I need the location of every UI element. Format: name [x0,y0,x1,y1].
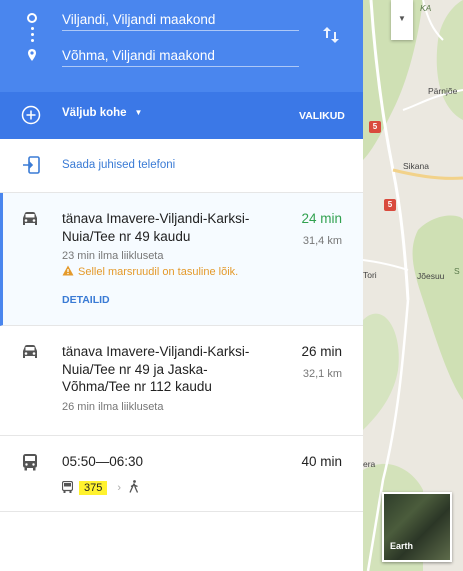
send-to-phone-row[interactable]: Saada juhised telefoni [0,139,363,193]
transit-time-range: 05:50—06:30 [62,454,144,469]
send-to-phone-icon [23,156,40,174]
route-distance: 31,4 km [302,235,342,247]
bus-icon [62,481,73,493]
road-shield: 5 [369,121,381,133]
map-layers-dropdown[interactable]: ▼ [391,0,413,40]
destination-input[interactable]: Võhma, Viljandi maakond [62,47,299,67]
car-icon [23,345,37,358]
map-label-tori: Tori [363,270,377,280]
details-link[interactable]: DETAILID [62,294,110,306]
route-no-traffic-time: 23 min ilma liikluseta [62,250,164,262]
destination-pin-icon [28,49,36,61]
map-label-sikana: Sikana [403,161,429,171]
route-header: Viljandi, Viljandi maakond Võhma, Viljan… [0,0,363,92]
earth-label: Earth [390,541,414,551]
origin-input[interactable]: Viljandi, Viljandi maakond [62,11,299,31]
transit-bus-icon [23,454,37,471]
toll-warning-text: Sellel marsruudil on tasuline lõik. [78,266,239,278]
route-duration: 24 min [301,211,342,226]
map-label-era: era [363,459,376,469]
route-option-1[interactable]: tänava Imavere-Viljandi-Karksi-Nuia/Tee … [0,193,363,326]
route-dots-icon [30,27,34,47]
bus-line-badge: 375 [79,481,108,495]
route-no-traffic-time: 26 min ilma liikluseta [62,401,164,413]
dropdown-caret-icon: ▼ [398,14,406,23]
route-option-3-transit[interactable]: 05:50—06:30 40 min 375 › [0,436,363,512]
toll-warning: Sellel marsruudil on tasuline lõik. [62,265,238,278]
earth-view-toggle[interactable]: Earth [382,492,452,562]
route-title: tänava Imavere-Viljandi-Karksi-Nuia/Tee … [62,344,250,394]
map-label-joesuu: Jõesuu [417,271,445,281]
origin-dot-icon [27,13,37,23]
map-label-parnjoe: Pärnjõe [428,86,458,96]
map-view[interactable]: ▼ KA Pärnjõe Sikana Tori Jõesuu S era 5 … [363,0,463,571]
route-distance: 32,1 km [302,368,342,380]
send-to-phone-label: Saada juhised telefoni [62,159,176,171]
map-label-s: S [454,266,460,276]
chevron-right-icon: › [117,482,122,494]
depart-time-dropdown[interactable]: Väljub kohe ▼ [62,107,142,119]
add-destination-icon[interactable] [21,105,41,125]
depart-time-label: Väljub kohe [62,107,127,119]
route-title: tänava Imavere-Viljandi-Karksi-Nuia/Tee … [62,211,250,244]
transit-steps: 375 › [62,478,139,495]
map-label-ka: KA [420,3,432,13]
walk-icon [129,480,139,493]
route-option-2[interactable]: tänava Imavere-Viljandi-Karksi-Nuia/Tee … [0,326,363,436]
swap-directions-icon[interactable] [322,25,340,45]
car-icon [23,212,37,225]
warning-icon [62,265,74,276]
route-duration: 26 min [301,344,342,359]
directions-panel: Viljandi, Viljandi maakond Võhma, Viljan… [0,0,363,571]
options-button[interactable]: VALIKUD [299,110,345,122]
route-duration: 40 min [301,454,342,469]
road-shield: 5 [384,199,396,211]
dropdown-caret-icon: ▼ [134,108,143,117]
